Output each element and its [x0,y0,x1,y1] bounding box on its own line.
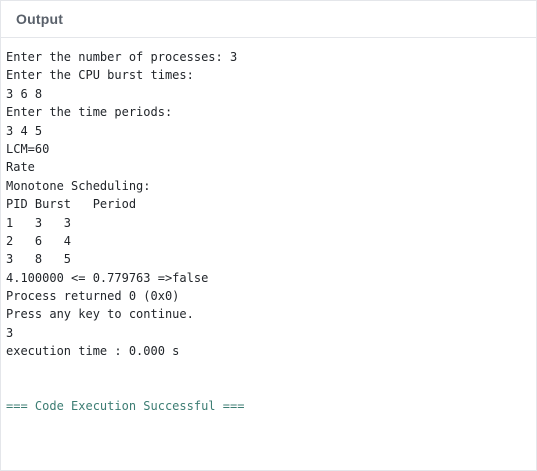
output-header: Output [1,1,536,38]
console-line: Enter the CPU burst times: [6,68,194,83]
output-title: Output [16,11,64,27]
console-line: PID Burst Period [6,197,137,212]
console-line: Process returned 0 (0x0) [6,289,180,304]
console-line: Enter the number of processes: 3 [6,50,238,64]
execution-success-message: === Code Execution Successful === [6,399,245,414]
console-output[interactable]: Enter the number of processes: 3 Enter t… [6,48,532,416]
console-line: 3 [6,325,14,340]
console-line: LCM=60 [6,141,50,156]
console-line: Rate [6,160,35,175]
console-line: Enter the time periods: [6,105,173,120]
console-line: 3 8 5 [6,252,72,267]
console-line: 1 3 3 [6,215,72,230]
console-line: 4.100000 <= 0.779763 =>false [6,270,209,285]
console-line: execution time : 0.000 s [6,344,180,359]
output-panel: Output Enter the number of processes: 3 … [0,0,537,471]
console-line: 3 6 8 [6,86,43,101]
console-line: Press any key to continue. [6,307,194,322]
console-line: 2 6 4 [6,233,72,248]
console-line: 3 4 5 [6,123,43,138]
console-line: Monotone Scheduling: [6,178,151,193]
